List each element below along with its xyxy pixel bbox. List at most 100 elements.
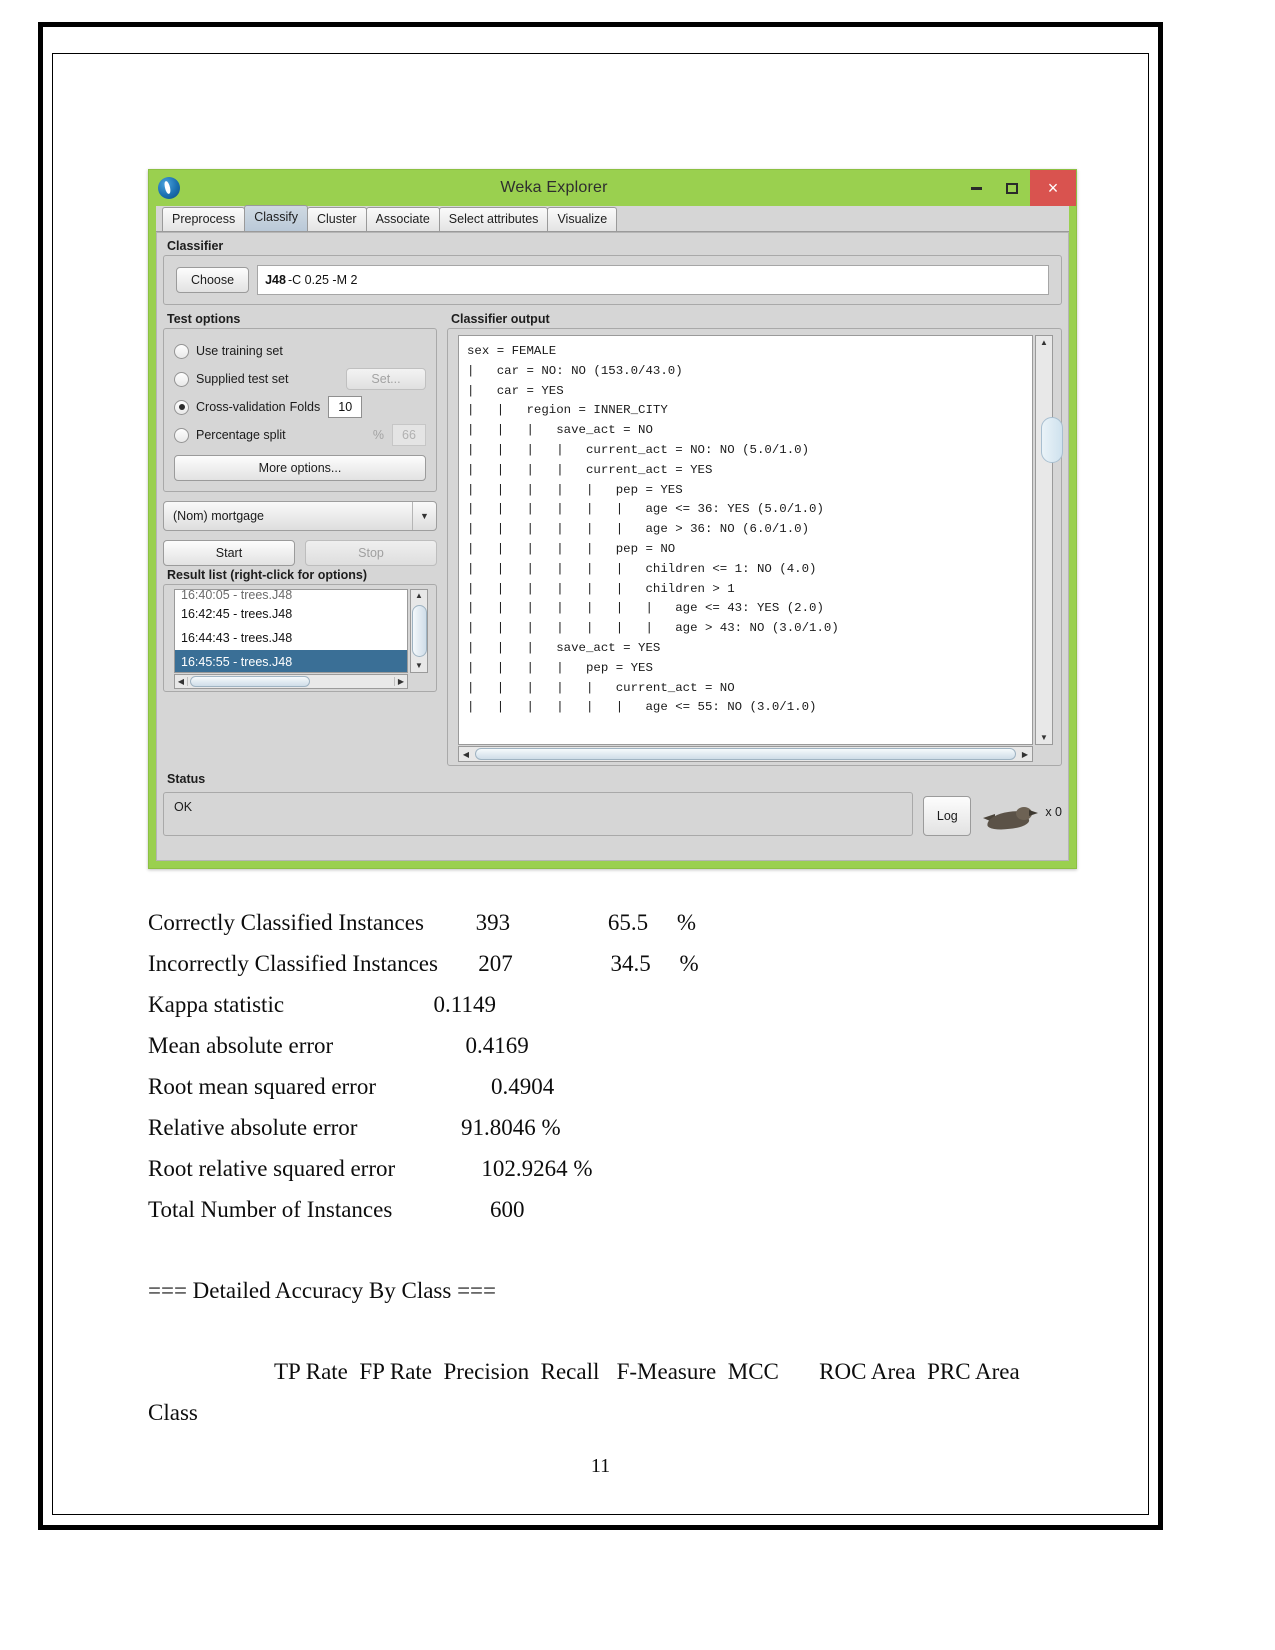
tab-cluster[interactable]: Cluster [307, 207, 367, 231]
left-column: Test options Use training set Supplied t… [163, 310, 437, 766]
scroll-right-icon[interactable]: ▶ [1018, 750, 1032, 759]
tab-select-attributes[interactable]: Select attributes [438, 207, 549, 231]
output-line: | | region = INNER_CITY [467, 403, 668, 418]
radio-percentage-split[interactable] [174, 427, 189, 443]
scroll-up-icon[interactable]: ▲ [415, 590, 423, 602]
option-supplied-test-set[interactable]: Supplied test set Set... [174, 365, 426, 393]
output-line: | | | | | | children > 1 [467, 581, 735, 596]
output-line: | | | | | | | age > 43: NO (3.0/1.0) [467, 621, 839, 636]
output-line: | | | save_act = NO [467, 423, 653, 438]
running-task-count: x 0 [1045, 805, 1062, 819]
classifier-output-textarea[interactable]: sex = FEMALE | car = NO: NO (153.0/43.0)… [458, 335, 1033, 745]
list-item[interactable]: 16:42:45 - trees.J48 [175, 602, 407, 626]
output-line: | | | | | | age <= 36: YES (5.0/1.0) [467, 502, 824, 517]
list-item[interactable]: 16:45:55 - trees.J48 [175, 650, 407, 672]
bird-beak [1029, 810, 1039, 816]
page-inner-border: Weka Explorer × Preprocess Classify Clus… [52, 53, 1149, 1515]
accuracy-class-label: Class [148, 1400, 198, 1425]
folds-input[interactable]: 10 [328, 396, 363, 418]
class-attribute-value: (Nom) mortgage [173, 509, 264, 523]
set-button[interactable]: Set... [346, 368, 426, 390]
window-controls: × [958, 170, 1076, 206]
classifier-value-options: -C 0.25 -M 2 [287, 273, 358, 287]
start-button[interactable]: Start [163, 540, 295, 566]
tab-classify[interactable]: Classify [244, 205, 308, 231]
result-list-panel: 16:40:05 - trees.J48 16:42:45 - trees.J4… [163, 584, 437, 692]
scroll-right-icon[interactable]: ▶ [394, 677, 407, 686]
output-vertical-scrollbar[interactable]: ▲ ▼ [1035, 335, 1053, 745]
page-outer-border: Weka Explorer × Preprocess Classify Clus… [38, 22, 1163, 1530]
output-line: | car = YES [467, 383, 564, 398]
right-column: Classifier output sex = FEMALE | car = N… [447, 310, 1063, 766]
radio-supplied-test-set[interactable] [174, 371, 189, 387]
list-item[interactable]: 16:40:05 - trees.J48 [175, 590, 407, 602]
option-use-training-set[interactable]: Use training set [174, 337, 426, 365]
scroll-down-icon[interactable]: ▼ [1040, 731, 1048, 744]
output-line: | | | | | | children <= 1: NO (4.0) [467, 561, 817, 576]
output-line: | | | | | pep = NO [467, 541, 676, 556]
output-line: | | | | | pep = YES [467, 482, 683, 497]
class-attribute-combo[interactable]: (Nom) mortgage ▼ [163, 501, 437, 531]
summary-line: Kappa statistic 0.1149 [148, 992, 496, 1017]
output-line: | | | | | current_act = NO [467, 680, 735, 695]
summary-line: Correctly Classified Instances 393 65.5 … [148, 910, 697, 935]
classifier-chooser-panel: Choose J48 -C 0.25 -M 2 [163, 255, 1062, 305]
choose-button[interactable]: Choose [176, 267, 250, 293]
summary-line: Root relative squared error 102.9264 % [148, 1156, 593, 1181]
summary-line: Incorrectly Classified Instances 207 34.… [148, 951, 699, 976]
window-title: Weka Explorer [500, 179, 608, 196]
tab-visualize[interactable]: Visualize [547, 207, 618, 231]
option-percentage-split[interactable]: Percentage split % 66 [174, 421, 426, 449]
summary-line: Mean absolute error 0.4169 [148, 1033, 529, 1058]
tab-associate[interactable]: Associate [365, 207, 440, 231]
scroll-thumb[interactable] [411, 605, 427, 657]
classifier-group-label: Classifier [167, 239, 224, 253]
list-item[interactable]: 16:44:43 - trees.J48 [175, 626, 407, 650]
result-list-vertical-scrollbar[interactable]: ▲ ▼ [410, 589, 428, 673]
scroll-left-icon[interactable]: ◀ [175, 677, 188, 686]
output-line: | | | | pep = YES [467, 660, 653, 675]
output-horizontal-scrollbar[interactable]: ◀ ▶ [458, 746, 1033, 762]
radio-cross-validation[interactable] [174, 399, 189, 415]
chevron-down-icon[interactable]: ▼ [412, 502, 436, 530]
label-use-training-set: Use training set [196, 344, 283, 358]
scroll-up-icon[interactable]: ▲ [1040, 336, 1048, 349]
result-listbox[interactable]: 16:40:05 - trees.J48 16:42:45 - trees.J4… [174, 589, 408, 673]
more-options-button[interactable]: More options... [174, 455, 426, 481]
log-button[interactable]: Log [923, 796, 972, 836]
percent-input[interactable]: 66 [392, 424, 426, 446]
test-options-panel: Use training set Supplied test set Set..… [163, 328, 437, 492]
report-text: Correctly Classified Instances 393 65.5 … [148, 902, 1108, 1433]
accuracy-table-header: TP Rate FP Rate Precision Recall F-Measu… [274, 1359, 1020, 1384]
classifier-output-group-label: Classifier output [451, 312, 550, 326]
explorer-tabs: Preprocess Classify Cluster Associate Se… [156, 205, 1069, 232]
weka-bird-logo-icon [158, 177, 180, 199]
radio-use-training-set[interactable] [174, 343, 189, 359]
scroll-thumb[interactable] [190, 676, 310, 687]
tab-preprocess[interactable]: Preprocess [162, 207, 246, 231]
scroll-left-icon[interactable]: ◀ [459, 750, 473, 759]
main-columns: Test options Use training set Supplied t… [163, 310, 1063, 766]
output-line: | car = NO: NO (153.0/43.0) [467, 363, 683, 378]
status-message: OK [163, 792, 914, 836]
option-cross-validation[interactable]: Cross-validation Folds 10 [174, 393, 426, 421]
scroll-overlay-artifact [1041, 417, 1063, 463]
classifier-output-panel: sex = FEMALE | car = NO: NO (153.0/43.0)… [447, 328, 1063, 766]
result-list-horizontal-scrollbar[interactable]: ◀ ▶ [174, 674, 408, 689]
summary-line: Relative absolute error 91.8046 % [148, 1115, 561, 1140]
maximize-icon[interactable] [994, 170, 1030, 206]
weka-bird-icon [983, 800, 1041, 836]
status-group-label: Status [167, 772, 206, 786]
stop-button: Stop [305, 540, 437, 566]
minimize-icon[interactable] [958, 170, 994, 206]
close-icon[interactable]: × [1030, 170, 1076, 206]
scroll-down-icon[interactable]: ▼ [415, 660, 423, 672]
label-percentage-split: Percentage split [196, 428, 286, 442]
classifier-value-name: J48 [265, 273, 286, 287]
classifier-value[interactable]: J48 -C 0.25 -M 2 [257, 265, 1049, 295]
label-percent-sign: % [372, 428, 384, 442]
scroll-thumb[interactable] [475, 748, 1016, 760]
summary-line: Total Number of Instances 600 [148, 1197, 525, 1222]
explorer-body: Classifier Choose J48 -C 0.25 -M 2 Test … [156, 232, 1069, 861]
label-supplied-test-set: Supplied test set [196, 372, 289, 386]
